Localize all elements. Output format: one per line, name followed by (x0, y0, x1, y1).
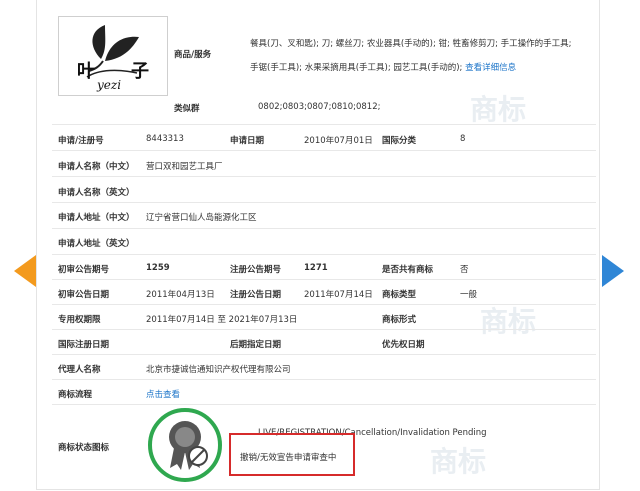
mark-type-label: 商标类型 (382, 290, 417, 300)
priority-date-label: 优先权日期 (382, 340, 425, 350)
apply-date-label: 申请日期 (230, 136, 265, 146)
process-link[interactable]: 点击查看 (146, 388, 180, 400)
reg-pub-no-label: 注册公告期号 (230, 265, 282, 275)
applicant-en-label: 申请人名称（英文） (58, 188, 135, 198)
goods-line-2-text: 手锯(手工具); 水果采摘用具(手工具); 园艺工具(手动的); (250, 63, 463, 73)
applicant-cn-value: 营口双和园艺工具厂 (146, 162, 223, 172)
reg-pub-date-label: 注册公告日期 (230, 290, 282, 300)
reg-no-value: 8443313 (146, 134, 184, 144)
divider (52, 304, 596, 305)
leaf-logo-icon: 叶 子 yezi (77, 25, 149, 92)
divider (52, 329, 596, 330)
divider (52, 404, 596, 405)
address-en-label: 申请人地址（英文） (58, 239, 135, 249)
prev-arrow-icon[interactable] (14, 255, 36, 287)
reg-no-label: 申请/注册号 (58, 136, 104, 146)
divider (52, 150, 596, 151)
divider (52, 124, 596, 125)
status-cn: 撤销/无效宣告申请审查中 (240, 453, 337, 463)
divider (52, 354, 596, 355)
address-cn-label: 申请人地址（中文） (58, 213, 135, 223)
prelim-date-value: 2011年04月13日 (146, 290, 215, 300)
reg-pub-date-value: 2011年07月14日 (304, 290, 373, 300)
divider (52, 379, 596, 380)
shared-value: 否 (460, 265, 469, 275)
address-cn-value: 辽宁省营口仙人岛能源化工区 (146, 213, 257, 223)
goods-label: 商品/服务 (174, 50, 212, 60)
applicant-cn-label: 申请人名称（中文） (58, 162, 135, 172)
status-label: 商标状态图标 (58, 443, 110, 453)
exclusive-label: 专用权期限 (58, 315, 101, 325)
similar-group-label: 类似群 (174, 104, 200, 114)
divider (52, 202, 596, 203)
shared-label: 是否共有商标 (382, 265, 434, 275)
intl-class-label: 国际分类 (382, 136, 417, 146)
mark-type-value: 一般 (460, 290, 478, 300)
divider (52, 254, 596, 255)
prelim-no-label: 初审公告期号 (58, 265, 110, 275)
trademark-logo: 叶 子 yezi (58, 16, 168, 96)
process-label: 商标流程 (58, 390, 93, 400)
agent-value: 北京市捷诚信通知识产权代理有限公司 (146, 365, 291, 375)
apply-date-value: 2010年07月01日 (304, 136, 373, 146)
intl-reg-date-label: 国际注册日期 (58, 340, 110, 350)
prelim-no-value: 1259 (146, 263, 170, 273)
later-date-label: 后期指定日期 (230, 340, 282, 350)
logo-text-right: 子 (131, 61, 149, 82)
exclusive-value: 2011年07月14日 至 2021年07月13日 (146, 315, 298, 325)
logo-text-left: 叶 (77, 61, 95, 82)
goods-line-2: 手锯(手工具); 水果采摘用具(手工具); 园艺工具(手动的); 查看详细信息 (250, 61, 516, 73)
next-arrow-icon[interactable] (602, 255, 624, 287)
mark-form-label: 商标形式 (382, 315, 417, 325)
goods-detail-link[interactable]: 查看详细信息 (465, 63, 516, 73)
goods-line-1: 餐具(刀、叉和匙); 刀; 螺丝刀; 农业器具(手动的); 钳; 牲畜修剪刀; … (250, 39, 572, 49)
pending-status-icon (148, 408, 222, 482)
similar-group-value: 0802;0803;0807;0810;0812; (258, 102, 381, 112)
divider (52, 279, 596, 280)
agent-label: 代理人名称 (58, 365, 101, 375)
divider (52, 228, 596, 229)
intl-class-value: 8 (460, 134, 466, 144)
divider (52, 176, 596, 177)
logo-text-latin: yezi (96, 78, 121, 92)
prelim-date-label: 初审公告日期 (58, 290, 110, 300)
reg-pub-no-value: 1271 (304, 263, 328, 273)
